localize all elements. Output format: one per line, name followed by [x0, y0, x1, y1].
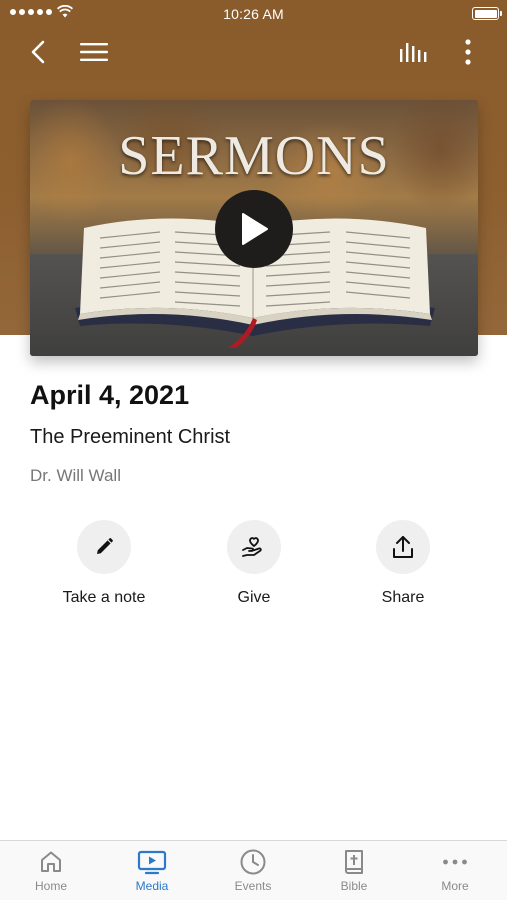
- give-button[interactable]: Give: [184, 520, 324, 607]
- more-icon: [443, 859, 467, 865]
- share-icon: [393, 536, 413, 558]
- clock-icon: [240, 849, 266, 875]
- status-time: 10:26 AM: [223, 6, 284, 22]
- take-note-button[interactable]: Take a note: [34, 520, 174, 607]
- tab-events[interactable]: Events: [203, 847, 303, 900]
- chevron-left-icon: [31, 40, 45, 64]
- share-label: Share: [381, 589, 425, 606]
- play-icon: [242, 213, 268, 245]
- give-label: Give: [237, 589, 271, 606]
- play-button[interactable]: [215, 190, 293, 268]
- tab-bar: Home Media Events Bible More: [0, 840, 507, 900]
- more-options-button[interactable]: [453, 34, 483, 70]
- sermon-artwork[interactable]: SERMONS: [30, 100, 478, 356]
- share-circle: [376, 520, 430, 574]
- tab-bible[interactable]: Bible: [304, 847, 404, 900]
- tab-more[interactable]: More: [405, 847, 505, 900]
- tab-home[interactable]: Home: [1, 847, 101, 900]
- back-button[interactable]: [22, 34, 54, 70]
- take-note-label: Take a note: [62, 589, 146, 606]
- tab-media-label: Media: [135, 879, 169, 893]
- tab-bible-label: Bible: [340, 879, 368, 893]
- menu-button[interactable]: [74, 34, 114, 70]
- tab-events-label: Events: [234, 879, 272, 893]
- give-circle: [227, 520, 281, 574]
- sermon-date: April 4, 2021: [30, 380, 190, 410]
- artwork-title: SERMONS: [118, 125, 390, 187]
- bible-icon: [345, 850, 363, 874]
- battery-icon: [472, 7, 502, 20]
- hand-heart-icon: [242, 537, 262, 557]
- pencil-icon: [97, 538, 113, 554]
- home-icon: [41, 851, 61, 872]
- tab-home-label: Home: [34, 879, 67, 893]
- sermon-title: The Preeminent Christ: [30, 426, 231, 448]
- take-note-circle: [77, 520, 131, 574]
- audio-levels-icon: [400, 43, 427, 62]
- status-bar: 10:26 AM: [0, 0, 507, 28]
- media-icon: [137, 850, 167, 875]
- hamburger-icon: [80, 43, 108, 61]
- sermon-speaker: Dr. Will Wall: [30, 466, 121, 485]
- tab-media[interactable]: Media: [102, 847, 202, 900]
- tab-more-label: More: [441, 879, 469, 893]
- audio-button[interactable]: [394, 34, 434, 70]
- share-button[interactable]: Share: [333, 520, 473, 607]
- vertical-dots-icon: [465, 39, 471, 65]
